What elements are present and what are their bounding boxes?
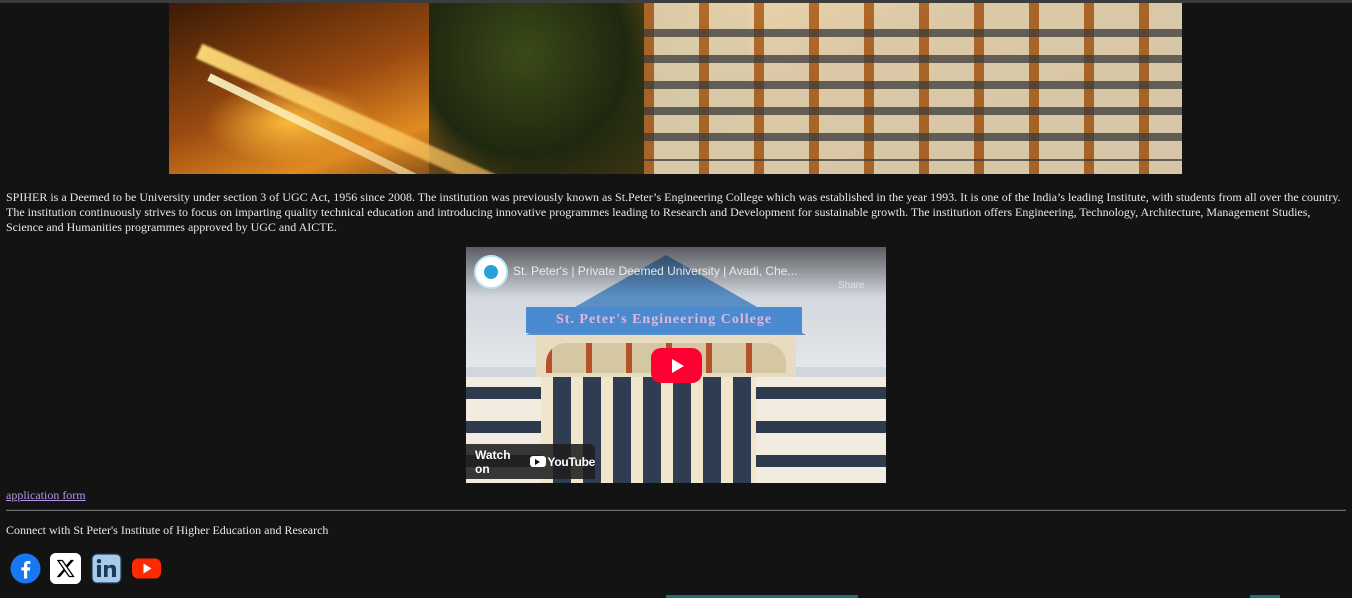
hero-banner-image	[169, 3, 1182, 174]
youtube-video-embed[interactable]: St. Peter's Engineering College St. Pete…	[466, 247, 886, 483]
x-icon	[50, 553, 81, 584]
institution-description: SPIHER is a Deemed to be University unde…	[6, 190, 1341, 234]
divider	[6, 509, 1346, 511]
linkedin-link[interactable]	[91, 553, 122, 584]
video-thumbnail-wing-right	[756, 377, 886, 483]
facebook-link[interactable]	[10, 553, 41, 584]
play-icon	[672, 358, 684, 373]
application-form-link[interactable]: application form	[6, 488, 86, 503]
hero-building-windows	[644, 11, 1182, 161]
play-button[interactable]	[651, 348, 702, 383]
youtube-wordmark: YouTube	[547, 454, 596, 469]
facebook-icon	[10, 553, 41, 584]
share-button[interactable]: Share	[838, 280, 865, 291]
connect-text: Connect with St Peter's Institute of Hig…	[6, 523, 329, 537]
youtube-link[interactable]	[131, 553, 162, 584]
linkedin-icon	[91, 553, 122, 584]
watch-on-youtube-button[interactable]: Watch on YouTube	[466, 444, 595, 479]
watch-on-label: Watch on	[475, 447, 511, 476]
video-thumbnail-banner: St. Peter's Engineering College	[526, 307, 802, 333]
video-title[interactable]: St. Peter's | Private Deemed University …	[513, 264, 833, 278]
youtube-logo: YouTube	[529, 454, 596, 469]
youtube-logo-icon	[529, 456, 546, 467]
x-twitter-link[interactable]	[50, 553, 81, 584]
youtube-icon	[132, 558, 161, 579]
channel-logo-icon[interactable]	[474, 255, 508, 289]
